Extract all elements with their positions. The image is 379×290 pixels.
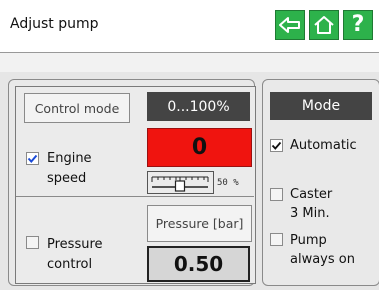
pressure-control-label-1: Pressure xyxy=(47,237,103,252)
help-icon: ? xyxy=(351,12,365,37)
caster-checkbox[interactable] xyxy=(270,188,283,201)
engine-speed-label-2: speed xyxy=(47,171,87,186)
home-button[interactable] xyxy=(309,10,339,40)
engine-speed-checkbox[interactable] xyxy=(26,152,39,165)
engine-speed-value: 0 xyxy=(147,128,252,167)
mode-header: Mode xyxy=(270,92,372,120)
range-display: 0...100% xyxy=(147,92,250,121)
pump-always-on-checkbox[interactable] xyxy=(270,233,283,246)
control-divider xyxy=(16,196,254,197)
control-mode-button[interactable]: Control mode xyxy=(24,93,130,123)
pressure-control-checkbox[interactable] xyxy=(26,236,39,249)
page-title: Adjust pump xyxy=(10,16,99,32)
pressure-button[interactable]: Pressure [bar] xyxy=(147,205,252,242)
caster-label-1: Caster xyxy=(290,187,333,202)
slider-thumb[interactable] xyxy=(174,180,186,192)
checkmark-icon xyxy=(27,154,38,163)
slider-percent: 50 % xyxy=(217,178,239,188)
home-icon xyxy=(314,16,334,34)
slider-scale-icon xyxy=(151,176,209,192)
pump-label-1: Pump xyxy=(290,233,327,248)
checkmark-icon xyxy=(271,141,282,150)
help-button[interactable]: ? xyxy=(343,10,373,40)
automatic-label: Automatic xyxy=(290,138,357,153)
title-bar: Adjust pump ? xyxy=(0,0,379,53)
engine-speed-label-1: Engine xyxy=(47,151,92,166)
arrow-left-icon xyxy=(279,17,300,33)
automatic-checkbox[interactable] xyxy=(270,139,283,152)
caster-label-2: 3 Min. xyxy=(290,206,330,221)
pump-label-2: always on xyxy=(290,252,355,267)
spacer-strip xyxy=(0,53,379,72)
pressure-control-label-2: control xyxy=(47,257,93,272)
pressure-value: 0.50 xyxy=(147,246,250,282)
back-button[interactable] xyxy=(275,10,305,40)
engine-speed-slider[interactable] xyxy=(147,171,214,194)
